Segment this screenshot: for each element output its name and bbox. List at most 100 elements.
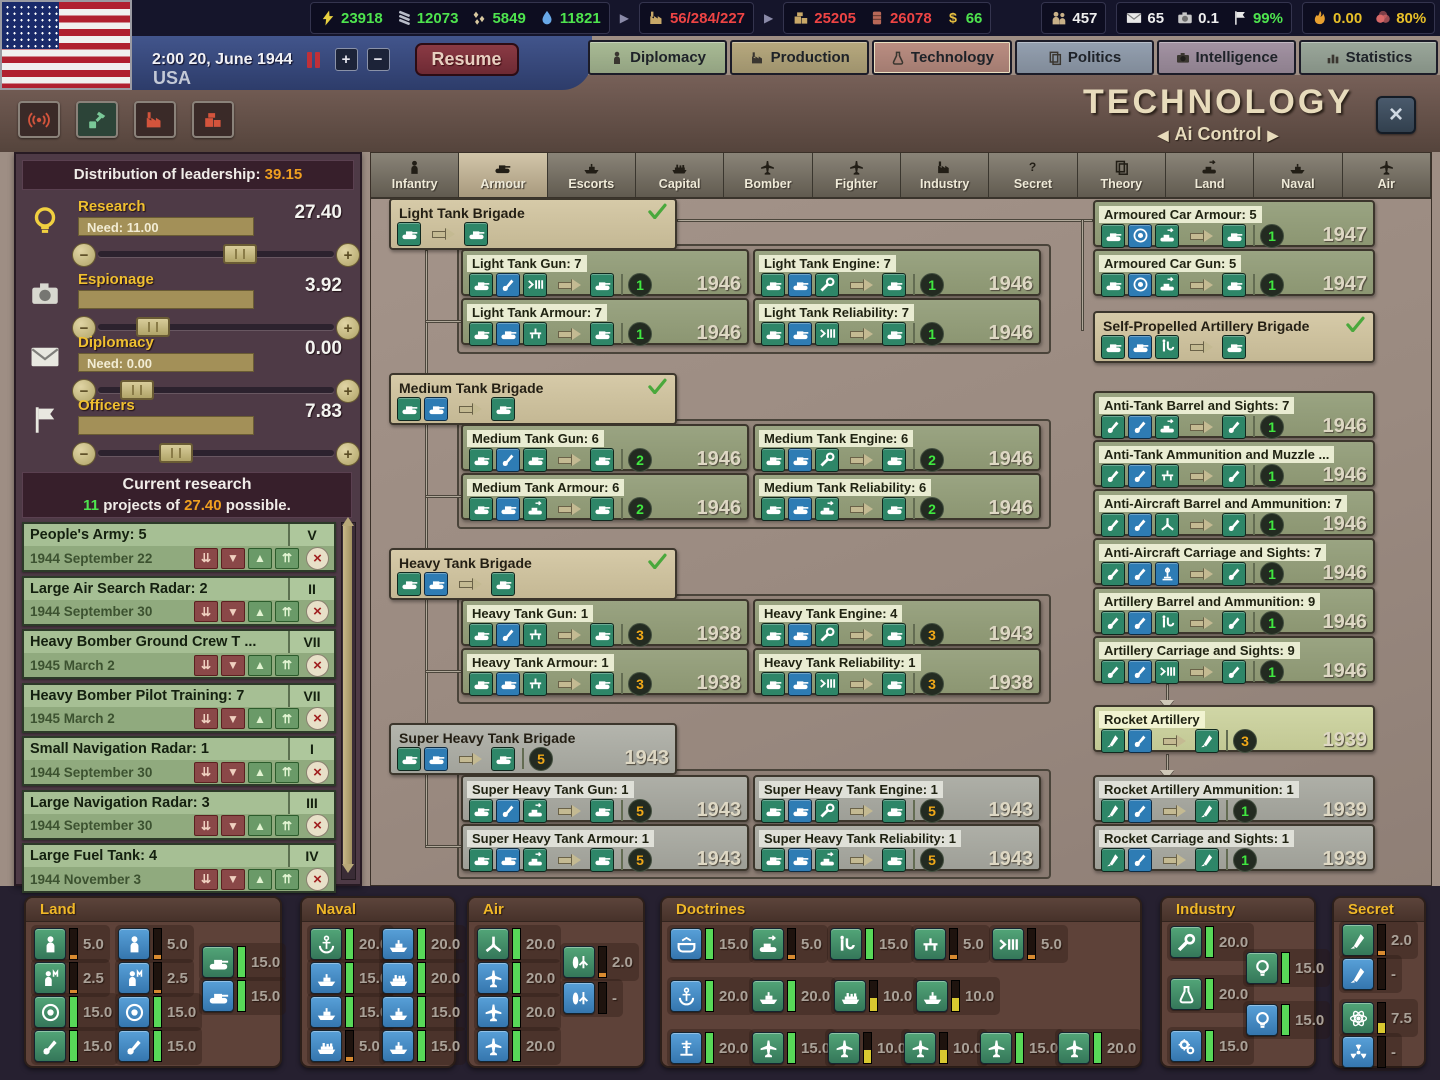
ship-tile[interactable] xyxy=(916,980,948,1012)
cancel-research-button[interactable]: × xyxy=(306,760,329,784)
tech-summary-person[interactable]: 5.0 xyxy=(115,925,194,963)
tech-tab-secret[interactable]: ? Secret xyxy=(989,153,1078,197)
tech-summary-plane[interactable]: 20.0 xyxy=(474,993,562,1031)
close-button[interactable]: × xyxy=(1376,96,1416,134)
research-item[interactable]: People's Army: 5 V 1944 September 22 ⇊ ▼ ▲ ⇈ × xyxy=(22,522,336,572)
hook-tile[interactable] xyxy=(830,928,862,960)
tech-summary-bigship[interactable]: 5.0 xyxy=(307,1027,386,1065)
plane-tile[interactable] xyxy=(904,1032,936,1064)
tech-tab-fighter[interactable]: Fighter xyxy=(812,153,901,197)
flask-tile[interactable] xyxy=(1170,978,1202,1010)
tech-light-tank-gun[interactable]: Light Tank Gun: 7 1 1946 xyxy=(461,249,749,297)
tab-intelligence[interactable]: Intelligence xyxy=(1156,40,1296,75)
personM-tile[interactable] xyxy=(34,962,66,994)
tech-summary-anchor[interactable]: 20.0 xyxy=(667,977,755,1015)
tactics-tile[interactable] xyxy=(992,928,1024,960)
tankarrow-tile[interactable] xyxy=(752,928,784,960)
priority-down-button[interactable]: ▼ xyxy=(221,761,245,783)
tech-tab-theory[interactable]: Theory xyxy=(1077,153,1166,197)
priority-down-button[interactable]: ▼ xyxy=(221,654,245,676)
plane-tile[interactable] xyxy=(828,1032,860,1064)
pause-button[interactable] xyxy=(302,49,326,71)
tech-summary-plane[interactable]: 20.0 xyxy=(474,959,562,997)
slider-minus-button[interactable]: − xyxy=(72,243,96,267)
tab-production[interactable]: Production xyxy=(730,40,870,75)
plane-tile[interactable] xyxy=(980,1032,1012,1064)
tech-summary-personM[interactable]: 2.5 xyxy=(115,959,194,997)
tab-politics[interactable]: Politics xyxy=(1014,40,1154,75)
tech-summary-amphib[interactable]: 15.0 xyxy=(667,925,755,963)
tech-anti-tank-ammunition[interactable]: Anti-Tank Ammunition and Muzzle ... 1 1946 xyxy=(1093,440,1375,488)
tech-super-heavy-tank-armour[interactable]: Super Heavy Tank Armour: 1 5 1943 xyxy=(461,824,749,872)
tech-tab-escorts[interactable]: Escorts xyxy=(547,153,636,197)
tech-summary-bigship[interactable]: 20.0 xyxy=(379,959,467,997)
tech-tab-naval[interactable]: Naval xyxy=(1254,153,1343,197)
tech-medium-tank-armour[interactable]: Medium Tank Armour: 6 2 1946 xyxy=(461,473,749,521)
bulb-tile[interactable] xyxy=(1246,1004,1278,1036)
tech-summary-plane[interactable]: 20.0 xyxy=(474,1027,562,1065)
tank-tile[interactable] xyxy=(202,946,234,978)
prev-arrow-icon[interactable]: ◀ xyxy=(1152,127,1175,143)
tech-heavy-tank-reliability[interactable]: Heavy Tank Reliability: 1 3 1938 xyxy=(753,648,1041,696)
priority-top-button[interactable]: ⇈ xyxy=(275,601,299,622)
anchor-tile[interactable] xyxy=(310,928,342,960)
ship-tile[interactable] xyxy=(382,996,414,1028)
tech-summary-ship[interactable]: 10.0 xyxy=(913,977,1001,1015)
priority-down-button[interactable]: ▼ xyxy=(221,708,245,729)
tech-summary-tankarrow[interactable]: 5.0 xyxy=(749,925,828,963)
rocketplane-tile[interactable] xyxy=(563,982,595,1014)
speed-up-button[interactable]: + xyxy=(334,48,358,71)
rocketplane-tile[interactable] xyxy=(563,946,595,978)
target-tile[interactable] xyxy=(34,996,66,1028)
tech-summary-plane[interactable]: 10.0 xyxy=(825,1029,913,1067)
tech-heavy-tank-engine[interactable]: Heavy Tank Engine: 4 3 1943 xyxy=(753,599,1041,647)
tech-summary-rocket[interactable]: - xyxy=(1339,955,1402,993)
research-scrollbar[interactable] xyxy=(341,517,356,880)
leadership-slider[interactable]: − + xyxy=(72,242,360,267)
priority-up-button[interactable]: ▲ xyxy=(248,601,272,622)
wrench-tile[interactable] xyxy=(1170,926,1202,958)
priority-bottom-button[interactable]: ⇊ xyxy=(194,868,218,890)
bigship-tile[interactable] xyxy=(310,1030,342,1062)
tech-summary-nuke[interactable]: - xyxy=(1339,1033,1402,1071)
tech-rocket-artillery-ammunition[interactable]: Rocket Artillery Ammunition: 1 1 1939 xyxy=(1093,775,1375,823)
prop-tile[interactable] xyxy=(477,928,509,960)
tech-summary-ship[interactable]: 15.0 xyxy=(379,1027,467,1065)
priority-down-button[interactable]: ▼ xyxy=(221,868,245,890)
tech-summary-ship[interactable]: 20.0 xyxy=(379,925,467,963)
amphib-tile[interactable] xyxy=(670,928,702,960)
slider-track[interactable] xyxy=(98,450,334,456)
tech-summary-frame[interactable]: 5.0 xyxy=(911,925,990,963)
priority-bottom-button[interactable]: ⇊ xyxy=(194,761,218,783)
bigship-tile[interactable] xyxy=(382,962,414,994)
tech-anti-aircraft-carriage[interactable]: Anti-Aircraft Carriage and Sights: 7 1 194… xyxy=(1093,538,1375,586)
priority-top-button[interactable]: ⇈ xyxy=(275,708,299,729)
tech-armoured-car-armour[interactable]: Armoured Car Armour: 5 1 1947 xyxy=(1093,200,1375,248)
gears-tile[interactable] xyxy=(1170,1030,1202,1062)
mast-tile[interactable] xyxy=(670,1032,702,1064)
tab-diplomacy[interactable]: Diplomacy xyxy=(588,40,728,75)
tech-anti-tank-barrel[interactable]: Anti-Tank Barrel and Sights: 7 1 1946 xyxy=(1093,391,1375,439)
tech-summary-gun[interactable]: 15.0 xyxy=(115,1027,203,1065)
tech-summary-target[interactable]: 15.0 xyxy=(115,993,203,1031)
tech-summary-hook[interactable]: 15.0 xyxy=(827,925,915,963)
gun-tile[interactable] xyxy=(118,1030,150,1062)
research-item[interactable]: Large Navigation Radar: 3 III 1944 Septemb… xyxy=(22,789,336,840)
tech-summary-plane[interactable]: 10.0 xyxy=(901,1029,989,1067)
tech-summary-plane[interactable]: 15.0 xyxy=(749,1029,837,1067)
tech-summary-prop[interactable]: 20.0 xyxy=(474,925,562,963)
slider-plus-button[interactable]: + xyxy=(336,442,360,466)
tech-summary-ship[interactable]: 15.0 xyxy=(307,993,395,1031)
tech-rocket-artillery[interactable]: Rocket Artillery 3 1939 xyxy=(1093,705,1375,753)
plane-tile[interactable] xyxy=(477,1030,509,1062)
slider-minus-button[interactable]: − xyxy=(72,442,96,466)
ship-tile[interactable] xyxy=(310,962,342,994)
tech-rocket-carriage-and-sights[interactable]: Rocket Carriage and Sights: 1 1 1939 xyxy=(1093,824,1375,872)
tech-summary-personM[interactable]: 2.5 xyxy=(31,959,110,997)
slider-handle[interactable] xyxy=(159,443,194,463)
slider-track[interactable] xyxy=(98,251,334,257)
cancel-research-button[interactable]: × xyxy=(306,653,329,677)
tech-summary-mast[interactable]: 20.0 xyxy=(667,1029,755,1067)
tech-tab-land[interactable]: Land xyxy=(1165,153,1255,197)
cancel-research-button[interactable]: × xyxy=(306,546,329,570)
